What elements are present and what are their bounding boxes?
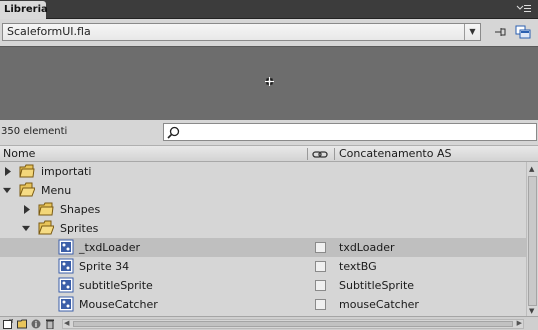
list-item[interactable]: Shapes	[0, 200, 526, 219]
linkage-checkbox[interactable]	[315, 261, 326, 272]
column-divider[interactable]	[334, 148, 335, 160]
library-toolbar: ScaleformUI.fla ▼	[0, 19, 538, 46]
search-bar: 350 elementi	[0, 121, 538, 145]
column-divider[interactable]	[307, 148, 308, 160]
search-input[interactable]	[163, 123, 537, 141]
pin-icon[interactable]	[491, 24, 509, 40]
list-item[interactable]: Sprites	[0, 219, 526, 238]
as-linkage-value: txdLoader	[339, 241, 395, 254]
linkage-checkbox[interactable]	[315, 280, 326, 291]
column-header: Nome Concatenamento AS	[0, 145, 538, 162]
symbol-preview	[0, 46, 538, 120]
column-as-linkage-header[interactable]: Concatenamento AS	[339, 147, 451, 160]
svg-text:i: i	[35, 320, 37, 329]
as-linkage-value: mouseCatcher	[339, 298, 419, 311]
list-item[interactable]: importati	[0, 162, 526, 181]
linkage-checkbox[interactable]	[315, 299, 326, 310]
list-item-label: Sprite 34	[79, 260, 130, 273]
list-item[interactable]: _txdLoader txdLoader	[0, 238, 526, 257]
panel-menu-icon[interactable]	[516, 3, 532, 15]
movieclip-symbol-icon	[58, 277, 74, 293]
chevron-down-icon[interactable]: ▼	[464, 24, 480, 40]
list-item[interactable]: MouseCatcher mouseCatcher	[0, 295, 526, 314]
collapse-arrow-icon[interactable]	[22, 224, 30, 233]
properties-icon[interactable]: i	[31, 319, 41, 329]
horizontal-scrollbar[interactable]: ◀ ▶	[62, 319, 524, 329]
library-item-list: importati Menu Shapes Sprites _txdLoader…	[0, 162, 526, 316]
folder-icon	[38, 202, 54, 216]
list-item[interactable]: Menu	[0, 181, 526, 200]
panel-titlebar: Libreria	[0, 0, 538, 19]
list-item-label: MouseCatcher	[79, 298, 158, 311]
list-item-label: _txdLoader	[79, 241, 140, 254]
as-linkage-value: SubtitleSprite	[339, 279, 415, 292]
movieclip-symbol-icon	[58, 258, 74, 274]
folder-open-icon	[19, 182, 35, 197]
registration-point-icon	[265, 77, 274, 86]
document-select[interactable]: ScaleformUI.fla ▼	[2, 23, 481, 41]
movieclip-symbol-icon	[58, 239, 74, 255]
movieclip-symbol-icon	[58, 296, 74, 312]
expand-arrow-icon[interactable]	[4, 167, 12, 176]
expand-arrow-icon[interactable]	[23, 205, 31, 214]
scroll-right-icon[interactable]: ▶	[517, 319, 522, 327]
new-folder-icon[interactable]	[17, 319, 27, 329]
scrollbar-thumb[interactable]	[73, 321, 513, 327]
list-item[interactable]: subtitleSprite SubtitleSprite	[0, 276, 526, 295]
list-item-label: Shapes	[60, 203, 101, 216]
scroll-up-icon[interactable]: ▲	[529, 165, 534, 173]
tab-libreria[interactable]: Libreria	[0, 1, 48, 19]
collapse-arrow-icon[interactable]	[3, 186, 11, 195]
library-footer: i ◀ ▶	[0, 316, 538, 330]
linkage-checkbox[interactable]	[315, 242, 326, 253]
list-item-label: Menu	[41, 184, 72, 197]
column-name-header[interactable]: Nome	[3, 147, 35, 160]
list-item[interactable]: Sprite 34 textBG	[0, 257, 526, 276]
list-item-label: subtitleSprite	[79, 279, 153, 292]
vertical-scrollbar[interactable]: ▲ ▼	[526, 162, 538, 316]
list-item-label: Sprites	[60, 222, 99, 235]
new-symbol-icon[interactable]	[3, 319, 13, 329]
delete-icon[interactable]	[45, 319, 55, 329]
as-linkage-value: textBG	[339, 260, 377, 273]
item-count: 350 elementi	[1, 126, 68, 137]
document-select-value: ScaleformUI.fla	[7, 25, 91, 38]
scroll-down-icon[interactable]: ▼	[529, 307, 534, 315]
scrollbar-thumb[interactable]	[528, 176, 537, 306]
search-icon	[167, 126, 180, 139]
new-library-icon[interactable]	[514, 24, 532, 40]
folder-open-icon	[38, 220, 54, 235]
link-icon	[312, 151, 328, 158]
folder-icon	[19, 164, 35, 178]
scroll-left-icon[interactable]: ◀	[64, 319, 69, 327]
list-item-label: importati	[41, 165, 92, 178]
